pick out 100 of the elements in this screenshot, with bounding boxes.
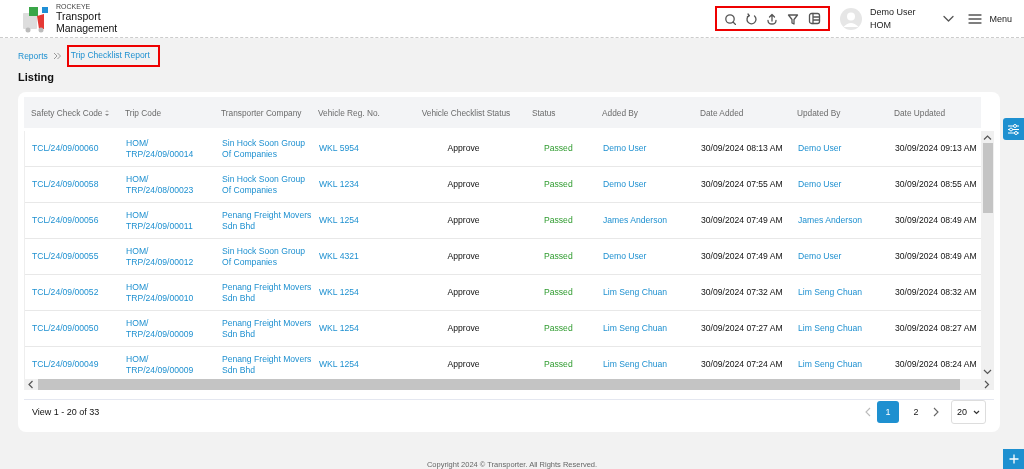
table-cell[interactable]: Demo User: [791, 179, 888, 190]
table-cell[interactable]: James Anderson: [791, 215, 888, 226]
table-cell[interactable]: WKL 1254: [312, 215, 401, 226]
scroll-up-icon[interactable]: [983, 135, 992, 141]
table-cell-text: 30/09/2024 07:49 AM: [700, 215, 784, 226]
table-cell[interactable]: HOM/TRP/24/09/00011: [119, 210, 215, 231]
page-button[interactable]: 1: [877, 401, 899, 423]
user-branch: HOM: [869, 20, 892, 30]
table-cell[interactable]: HOM/TRP/24/09/00014: [119, 138, 215, 159]
table-cell-text: 30/09/2024 08:55 AM: [894, 179, 978, 190]
table-cell[interactable]: HOM/TRP/24/09/00012: [119, 246, 215, 267]
table-cell[interactable]: WKL 1234: [312, 179, 401, 190]
table-cell[interactable]: TCL/24/09/00049: [25, 359, 119, 370]
column-header[interactable]: Safety Check Code: [31, 107, 111, 118]
breadcrumb-link[interactable]: Reports: [18, 51, 48, 61]
table-cell[interactable]: WKL 4321: [312, 251, 401, 262]
search-icon[interactable]: [723, 12, 736, 25]
menu-button[interactable]: Menu: [968, 12, 1012, 25]
table-cell[interactable]: Sin Hock Soon Group Of Companies: [215, 246, 312, 267]
plus-icon: [1008, 454, 1019, 464]
table-cell-text: Approve: [446, 359, 481, 370]
refresh-icon[interactable]: [744, 12, 757, 25]
vertical-scrollbar[interactable]: [981, 131, 994, 379]
column-header: Transporter Company: [221, 107, 302, 118]
avatar-icon: [839, 7, 862, 30]
table-cell[interactable]: Lim Seng Chuan: [791, 287, 888, 298]
table-cell-text: Approve: [446, 287, 481, 298]
table-cell[interactable]: TCL/24/09/00055: [25, 251, 119, 262]
table-cell[interactable]: TCL/24/09/00058: [25, 179, 119, 190]
table-cell-text: Approve: [446, 179, 481, 190]
record-count: View 1 - 20 of 33: [32, 407, 101, 417]
table-cell-text: 30/09/2024 08:49 AM: [894, 251, 978, 262]
table-cell[interactable]: TCL/24/09/00050: [25, 323, 119, 334]
page-heading: Listing: [18, 71, 56, 83]
columns-icon[interactable]: [807, 12, 821, 25]
user-name: Demo User: [869, 7, 916, 17]
column-header: Vehicle Reg. No.: [318, 107, 380, 118]
chevron-down-icon[interactable]: [943, 15, 955, 22]
table-cell[interactable]: WKL 1254: [312, 359, 401, 370]
table-cell-text: 30/09/2024 08:13 AM: [700, 143, 784, 154]
table-cell[interactable]: HOM/TRP/24/09/00010: [119, 282, 215, 303]
filter-icon[interactable]: [786, 12, 799, 25]
scrollbar-thumb[interactable]: [982, 143, 993, 213]
table-cell[interactable]: Demo User: [596, 251, 694, 262]
table-cell[interactable]: Sin Hock Soon Group Of Companies: [215, 174, 312, 195]
table-cell-text: 30/09/2024 08:24 AM: [894, 359, 978, 370]
table-cell[interactable]: Lim Seng Chuan: [791, 323, 888, 334]
table-cell[interactable]: Demo User: [596, 179, 694, 190]
scroll-left-icon[interactable]: [28, 380, 34, 389]
sort-icon[interactable]: [104, 108, 111, 117]
table-cell[interactable]: HOM/TRP/24/09/00009: [119, 318, 215, 339]
breadcrumb-link[interactable]: Trip Checklist Report: [70, 50, 150, 60]
column-header: Updated By: [797, 107, 841, 118]
table-cell[interactable]: Penang Freight Movers Sdn Bhd: [215, 318, 312, 339]
table-cell-text: Passed: [543, 287, 574, 298]
column-header: Added By: [602, 107, 638, 118]
table-cell[interactable]: Penang Freight Movers Sdn Bhd: [215, 210, 312, 231]
table-cell[interactable]: TCL/24/09/00056: [25, 215, 119, 226]
page-size-select[interactable]: 20: [951, 400, 986, 424]
table-cell-text: 30/09/2024 08:27 AM: [894, 323, 978, 334]
table-cell-text: Approve: [446, 323, 481, 334]
table-cell-text: Passed: [543, 251, 574, 262]
sliders-icon: [1007, 122, 1020, 136]
menu-icon: [968, 12, 983, 25]
table-cell[interactable]: Lim Seng Chuan: [596, 359, 694, 370]
app-title: Transport Management: [56, 10, 119, 34]
table-cell[interactable]: Sin Hock Soon Group Of Companies: [215, 138, 312, 159]
column-header: Vehicle Checklist Status: [421, 107, 511, 118]
table-cell-text: 30/09/2024 08:32 AM: [894, 287, 978, 298]
add-button[interactable]: [1003, 449, 1024, 469]
table-cell[interactable]: Penang Freight Movers Sdn Bhd: [215, 354, 312, 375]
table-cell[interactable]: Demo User: [596, 143, 694, 154]
table-cell[interactable]: WKL 1254: [312, 287, 401, 298]
table-cell[interactable]: James Anderson: [596, 215, 694, 226]
table-cell[interactable]: TCL/24/09/00060: [25, 143, 119, 154]
table-cell[interactable]: Lim Seng Chuan: [596, 287, 694, 298]
table-cell[interactable]: Penang Freight Movers Sdn Bhd: [215, 282, 312, 303]
table-cell[interactable]: Demo User: [791, 143, 888, 154]
table-cell[interactable]: TCL/24/09/00052: [25, 287, 119, 298]
table-cell[interactable]: HOM/TRP/24/09/00009: [119, 354, 215, 375]
table-cell[interactable]: Demo User: [791, 251, 888, 262]
table-cell[interactable]: Lim Seng Chuan: [791, 359, 888, 370]
table-cell[interactable]: WKL 5954: [312, 143, 401, 154]
table-cell[interactable]: HOM/TRP/24/08/00023: [119, 174, 215, 195]
table-cell[interactable]: Lim Seng Chuan: [596, 323, 694, 334]
table-cell-text: Approve: [446, 215, 481, 226]
filter-panel-button[interactable]: [1003, 118, 1024, 140]
page-button[interactable]: 2: [905, 401, 927, 423]
table-cell-text: 30/09/2024 08:49 AM: [894, 215, 978, 226]
upload-icon[interactable]: [765, 12, 778, 25]
scroll-down-icon[interactable]: [983, 369, 992, 375]
table-cell[interactable]: WKL 1254: [312, 323, 401, 334]
chevron-icon: [52, 52, 62, 60]
scroll-right-icon[interactable]: [984, 380, 990, 389]
chevron-down-icon: [973, 409, 980, 415]
column-header: Date Updated: [894, 107, 946, 118]
column-header: Trip Code: [125, 107, 162, 118]
next-page-icon[interactable]: [933, 407, 939, 417]
table-cell-text: Passed: [543, 359, 574, 370]
table-cell-text: 30/09/2024 07:55 AM: [700, 179, 784, 190]
